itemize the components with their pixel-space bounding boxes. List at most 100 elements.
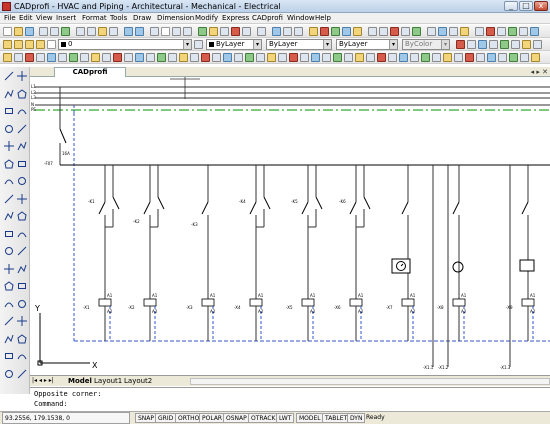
lightbulb-icon[interactable]	[25, 40, 34, 49]
elec-6-icon[interactable]	[157, 53, 166, 62]
mech-3-icon[interactable]	[223, 53, 232, 62]
lock-icon[interactable]	[47, 40, 56, 49]
break-icon[interactable]	[17, 333, 27, 344]
piping-1-icon[interactable]	[377, 53, 386, 62]
symbol-10-icon[interactable]	[475, 27, 484, 36]
menu-edit[interactable]: Edit	[19, 13, 33, 24]
cadprofi-mech-icon[interactable]	[342, 27, 351, 36]
cadprofi-tool-5-icon[interactable]	[500, 40, 509, 49]
elec-9-icon[interactable]	[190, 53, 199, 62]
lwt-toggle[interactable]: LWT	[276, 413, 295, 423]
hvac-1-icon[interactable]	[289, 53, 298, 62]
zoom-icon[interactable]	[161, 27, 170, 36]
copy-icon[interactable]	[87, 27, 96, 36]
cadprofi-piping-icon[interactable]	[320, 27, 329, 36]
mech-7-icon[interactable]	[267, 53, 276, 62]
symbol-15-icon[interactable]	[530, 27, 539, 36]
polygon-icon[interactable]	[17, 88, 27, 99]
mech-8-icon[interactable]	[278, 53, 287, 62]
horizontal-scrollbar[interactable]	[190, 378, 550, 385]
cadprofi-tool-2-icon[interactable]	[467, 40, 476, 49]
tab-model[interactable]: Model	[68, 376, 92, 386]
symbol-3-icon[interactable]	[390, 27, 399, 36]
chevron-down-icon[interactable]: ▾	[389, 40, 397, 49]
ellipse-icon[interactable]	[17, 141, 27, 151]
otrack-toggle[interactable]: OTRACK	[248, 413, 279, 423]
piping-2-icon[interactable]	[388, 53, 397, 62]
insert-block-icon[interactable]	[17, 159, 27, 169]
elec-2-icon[interactable]	[113, 53, 122, 62]
cadprofi-tool-7-icon[interactable]	[522, 40, 531, 49]
piping-8-icon[interactable]	[454, 53, 463, 62]
symbol-2-icon[interactable]	[379, 27, 388, 36]
scale-icon[interactable]	[17, 299, 27, 309]
coordinate-readout[interactable]: 93.2556, 179.1538, 0	[2, 412, 130, 424]
piping-11-icon[interactable]	[487, 53, 496, 62]
point-icon[interactable]	[17, 176, 27, 186]
command-line[interactable]: Opposite corner: Command:	[30, 387, 550, 411]
piping-15-icon[interactable]	[531, 53, 540, 62]
array-icon[interactable]	[4, 281, 14, 291]
text-icon[interactable]	[91, 53, 100, 62]
tab-nav-arrows[interactable]: |◂ ◂ ▸ ▸|	[32, 376, 54, 386]
mirror-icon[interactable]	[4, 263, 14, 274]
make-block-icon[interactable]	[4, 176, 14, 186]
cadprofi-tool-4-icon[interactable]	[489, 40, 498, 49]
menu-express[interactable]: Express	[222, 13, 249, 24]
symbol-12-icon[interactable]	[497, 27, 506, 36]
menu-format[interactable]: Format	[82, 13, 107, 24]
cadprofi-hvac-icon[interactable]	[309, 27, 318, 36]
color-dropdown[interactable]: ByLayer ▾	[206, 39, 262, 50]
zoom-previous-icon[interactable]	[183, 27, 192, 36]
piping-13-icon[interactable]	[509, 53, 518, 62]
mech-1-icon[interactable]	[201, 53, 210, 62]
spline-icon[interactable]	[4, 141, 14, 151]
arch-5-icon[interactable]	[58, 53, 67, 62]
text-style-icon[interactable]	[272, 27, 281, 36]
document-tab[interactable]: CADprofi	[54, 67, 126, 77]
region-icon[interactable]	[4, 211, 14, 221]
maximize-button[interactable]: □	[519, 1, 533, 11]
new-icon[interactable]	[3, 27, 12, 36]
redo-icon[interactable]	[135, 27, 144, 36]
dyn-toggle[interactable]: DYN	[347, 413, 366, 423]
tool-palettes-icon[interactable]	[220, 27, 229, 36]
symbol-4-icon[interactable]	[401, 27, 410, 36]
hvac-5-icon[interactable]	[333, 53, 342, 62]
chevron-down-icon[interactable]: ▾	[253, 40, 261, 49]
piping-6-icon[interactable]	[432, 53, 441, 62]
cadprofi-arch-icon[interactable]	[331, 27, 340, 36]
mech-6-icon[interactable]	[256, 53, 265, 62]
tab-layout1[interactable]: Layout1	[94, 376, 122, 386]
table-style-icon[interactable]	[294, 27, 303, 36]
minimize-button[interactable]: _	[504, 1, 518, 11]
arch-3-icon[interactable]	[36, 53, 45, 62]
drawing-canvas[interactable]: L1 L2 L3 N PE -F07 16A -K1 -X1 A1 A2 -K2 -X2 A1 A2 -K3-…	[30, 77, 550, 375]
hatch-icon[interactable]	[4, 194, 14, 204]
piping-14-icon[interactable]	[520, 53, 529, 62]
fillet-icon[interactable]	[4, 369, 14, 379]
app-icon[interactable]	[2, 2, 11, 11]
lineweight-dropdown[interactable]: ByLayer ▾	[336, 39, 398, 50]
extend-icon[interactable]	[4, 334, 14, 344]
symbol-6-icon[interactable]	[427, 27, 436, 36]
elec-7-icon[interactable]	[168, 53, 177, 62]
piping-7-icon[interactable]	[443, 53, 452, 62]
cadprofi-tool-1-icon[interactable]	[456, 40, 465, 49]
tablet-toggle[interactable]: TABLET	[322, 413, 351, 423]
tab-layout2[interactable]: Layout2	[124, 376, 152, 386]
polar-toggle[interactable]: POLAR	[199, 413, 226, 423]
mech-4-icon[interactable]	[234, 53, 243, 62]
hvac-6-icon[interactable]	[344, 53, 353, 62]
elec-1-icon[interactable]	[102, 53, 111, 62]
calculator-icon[interactable]	[242, 27, 251, 36]
rectangle-icon[interactable]	[4, 106, 14, 116]
save-icon[interactable]	[25, 27, 34, 36]
elec-8-icon[interactable]	[179, 53, 188, 62]
make-current-icon[interactable]	[194, 40, 203, 49]
arch-2-icon[interactable]	[25, 53, 34, 62]
symbol-5-icon[interactable]	[412, 27, 421, 36]
copy-object-icon[interactable]	[17, 246, 27, 256]
model-toggle[interactable]: MODEL	[296, 413, 324, 423]
close-button[interactable]: x	[534, 1, 548, 11]
